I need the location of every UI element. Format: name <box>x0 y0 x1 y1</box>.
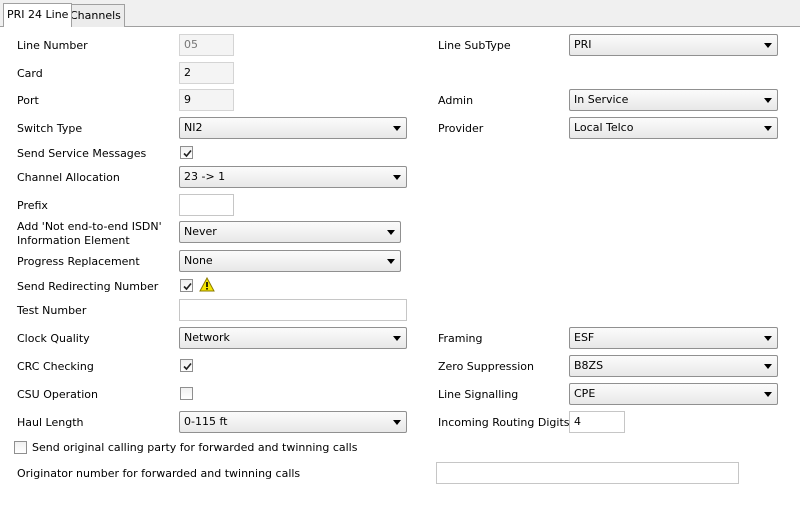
port-label: Port <box>17 94 39 107</box>
progress-replacement-select[interactable]: None <box>179 250 401 272</box>
line-number-label: Line Number <box>17 39 88 52</box>
not-end-to-end-label-line2: Information Element <box>17 234 130 247</box>
chevron-down-icon <box>764 98 772 103</box>
prefix-label: Prefix <box>17 199 48 212</box>
chevron-down-icon <box>393 126 401 131</box>
chevron-down-icon <box>764 43 772 48</box>
incoming-routing-digits-label: Incoming Routing Digits <box>438 416 570 429</box>
switch-type-select[interactable]: NI2 <box>179 117 407 139</box>
test-number-input[interactable] <box>179 299 407 321</box>
test-number-label: Test Number <box>17 304 87 317</box>
send-redirecting-number-label: Send Redirecting Number <box>17 280 159 293</box>
warning-triangle-icon <box>199 277 215 292</box>
line-signalling-value: CPE <box>574 387 596 400</box>
chevron-down-icon <box>764 126 772 131</box>
card-label: Card <box>17 67 43 80</box>
csu-operation-checkbox[interactable] <box>180 387 193 400</box>
incoming-routing-digits-input[interactable]: 4 <box>569 411 625 433</box>
provider-value: Local Telco <box>574 121 634 134</box>
switch-type-value: NI2 <box>184 121 203 134</box>
chevron-down-icon <box>764 364 772 369</box>
clock-quality-select[interactable]: Network <box>179 327 407 349</box>
progress-replacement-label: Progress Replacement <box>17 255 140 268</box>
channel-allocation-label: Channel Allocation <box>17 171 120 184</box>
line-signalling-label: Line Signalling <box>438 388 519 401</box>
send-service-messages-checkbox[interactable] <box>180 146 193 159</box>
tab-channels[interactable]: Channels <box>66 4 125 27</box>
framing-label: Framing <box>438 332 483 345</box>
provider-select[interactable]: Local Telco <box>569 117 778 139</box>
line-signalling-select[interactable]: CPE <box>569 383 778 405</box>
framing-select[interactable]: ESF <box>569 327 778 349</box>
checkmark-icon <box>183 149 192 158</box>
haul-length-value: 0-115 ft <box>184 415 228 428</box>
checkmark-icon <box>183 282 192 291</box>
originator-number-input[interactable] <box>436 462 739 484</box>
clock-quality-value: Network <box>184 331 230 344</box>
send-original-calling-party-checkbox[interactable] <box>14 441 27 454</box>
send-original-calling-party-label: Send original calling party for forwarde… <box>32 441 358 454</box>
chevron-down-icon <box>764 336 772 341</box>
provider-label: Provider <box>438 122 484 135</box>
crc-checking-checkbox[interactable] <box>180 359 193 372</box>
line-subtype-value: PRI <box>574 38 592 51</box>
checkmark-icon <box>183 362 192 371</box>
clock-quality-label: Clock Quality <box>17 332 90 345</box>
progress-replacement-value: None <box>184 254 213 267</box>
not-end-to-end-select[interactable]: Never <box>179 221 401 243</box>
chevron-down-icon <box>387 230 395 235</box>
port-field[interactable]: 9 <box>179 89 234 111</box>
haul-length-select[interactable]: 0-115 ft <box>179 411 407 433</box>
line-subtype-select[interactable]: PRI <box>569 34 778 56</box>
tab-label: Channels <box>70 9 121 22</box>
tab-bar: PRI 24 Line Channels <box>0 0 800 27</box>
tab-pri-24-line[interactable]: PRI 24 Line <box>3 3 73 27</box>
admin-select[interactable]: In Service <box>569 89 778 111</box>
crc-checking-label: CRC Checking <box>17 360 94 373</box>
prefix-input[interactable] <box>179 194 234 216</box>
csu-operation-label: CSU Operation <box>17 388 98 401</box>
not-end-to-end-value: Never <box>184 225 217 238</box>
chevron-down-icon <box>387 259 395 264</box>
zero-suppression-select[interactable]: B8ZS <box>569 355 778 377</box>
tab-label: PRI 24 Line <box>7 8 69 21</box>
chevron-down-icon <box>764 392 772 397</box>
zero-suppression-value: B8ZS <box>574 359 604 372</box>
admin-value: In Service <box>574 93 629 106</box>
line-number-field[interactable]: 05 <box>179 34 234 56</box>
zero-suppression-label: Zero Suppression <box>438 360 534 373</box>
framing-value: ESF <box>574 331 595 344</box>
haul-length-label: Haul Length <box>17 416 84 429</box>
send-service-messages-label: Send Service Messages <box>17 147 147 160</box>
not-end-to-end-label-line1: Add 'Not end-to-end ISDN' <box>17 220 162 233</box>
channel-allocation-select[interactable]: 23 -> 1 <box>179 166 407 188</box>
chevron-down-icon <box>393 336 401 341</box>
admin-label: Admin <box>438 94 474 107</box>
chevron-down-icon <box>393 420 401 425</box>
originator-number-label: Originator number for forwarded and twin… <box>17 467 301 480</box>
chevron-down-icon <box>393 175 401 180</box>
card-field[interactable]: 2 <box>179 62 234 84</box>
switch-type-label: Switch Type <box>17 122 83 135</box>
send-redirecting-number-checkbox[interactable] <box>180 279 193 292</box>
channel-allocation-value: 23 -> 1 <box>184 170 226 183</box>
line-subtype-label: Line SubType <box>438 39 511 52</box>
